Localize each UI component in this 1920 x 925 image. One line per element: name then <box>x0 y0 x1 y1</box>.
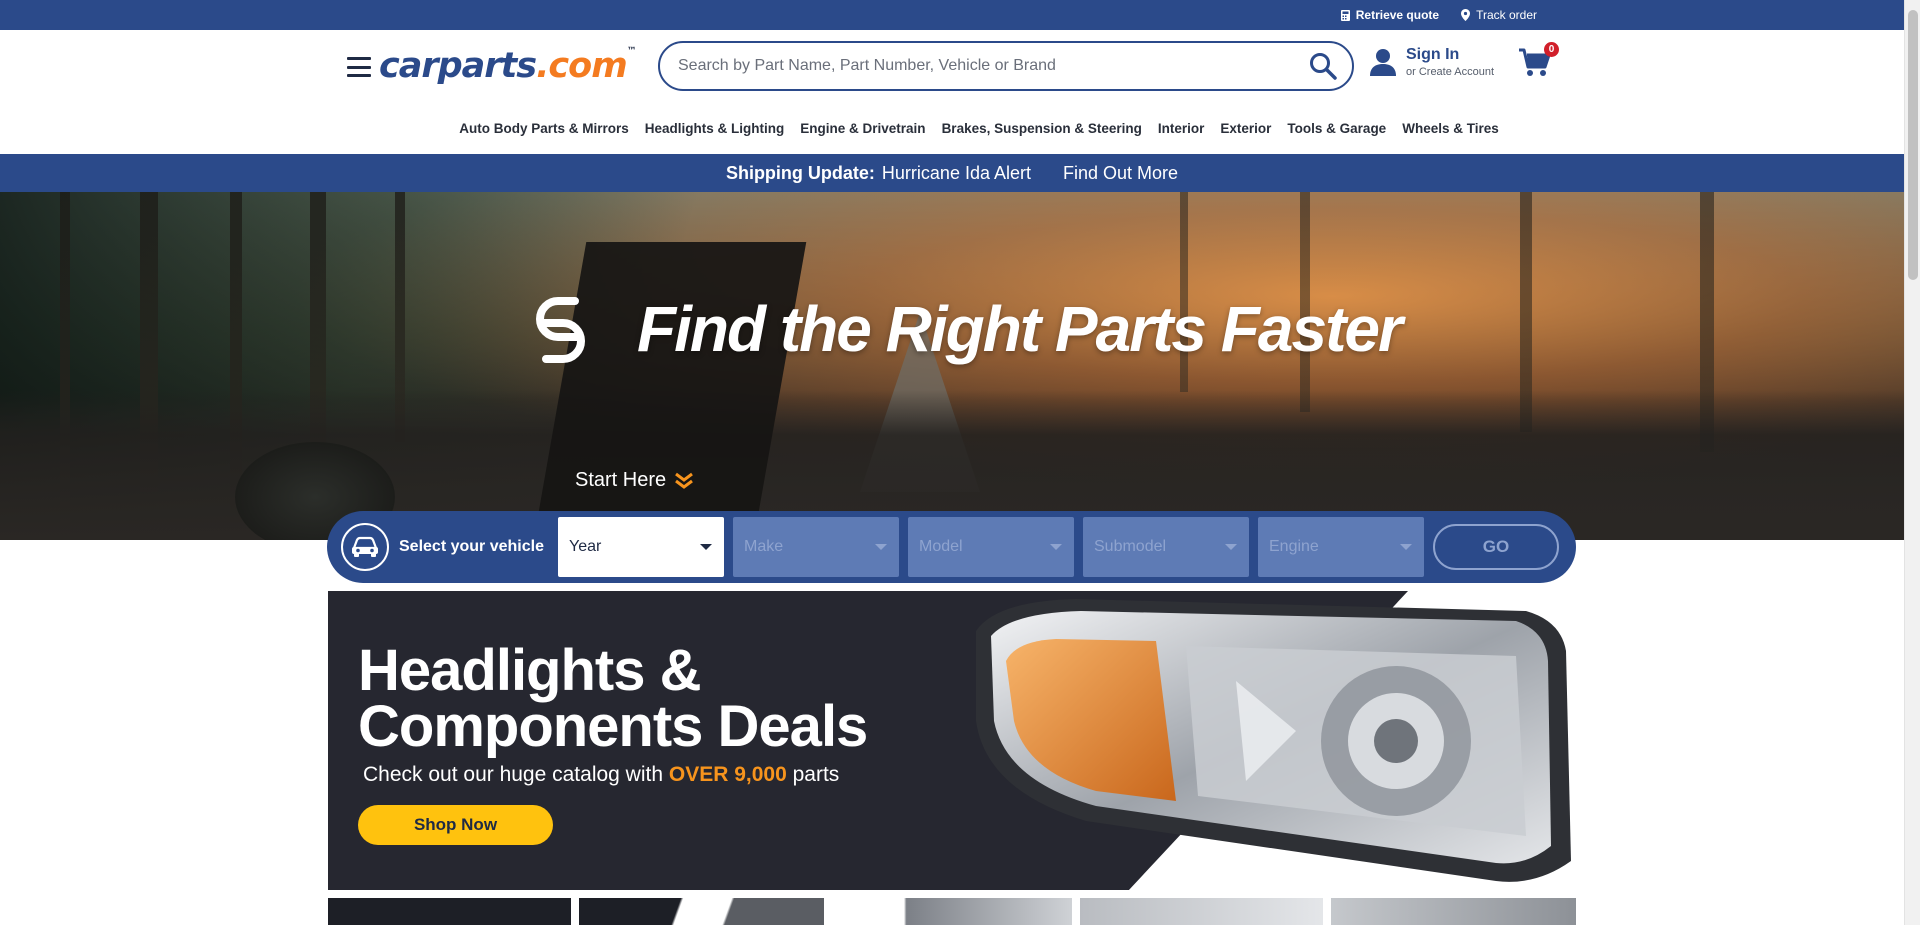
submodel-select-value: Submodel <box>1094 538 1167 555</box>
start-here-label: Start Here <box>575 469 667 491</box>
promo-title: Headlights & Components Deals <box>358 638 868 759</box>
search-icon <box>1310 53 1337 80</box>
make-select[interactable]: Make <box>733 517 899 577</box>
double-chevron-down-icon <box>675 472 694 489</box>
select-vehicle-text: Select your vehicle <box>399 538 544 555</box>
user-icon <box>1370 49 1396 76</box>
chevron-down-icon <box>1400 544 1412 550</box>
model-select[interactable]: Model <box>908 517 1074 577</box>
account-link[interactable]: Sign In or Create Account <box>1370 46 1494 78</box>
promo-sub-suffix: parts <box>792 763 840 786</box>
calculator-icon <box>1340 9 1350 21</box>
page: Retrieve quote Track order carparts.com™… <box>0 0 1904 925</box>
search-input[interactable] <box>678 57 1308 75</box>
utility-bar: Retrieve quote Track order <box>0 0 1904 30</box>
promo-sub-prefix: Check out our huge catalog with <box>363 763 664 786</box>
product-tile[interactable] <box>328 898 571 925</box>
shop-now-button[interactable]: Shop Now <box>358 805 553 845</box>
vehicle-selector: Select your vehicle Year Make Model Subm… <box>327 511 1576 583</box>
model-select-value: Model <box>919 538 963 555</box>
retrieve-quote-label: Retrieve quote <box>1355 8 1440 22</box>
promo-sub-highlight: OVER 9,000 <box>668 763 787 786</box>
car-icon <box>341 523 389 571</box>
hero-title: Find the Right Parts Faster <box>637 293 1403 365</box>
product-tile[interactable] <box>1080 898 1323 925</box>
nav-exterior[interactable]: Exterior <box>1220 121 1271 136</box>
nav-engine-drivetrain[interactable]: Engine & Drivetrain <box>800 121 925 136</box>
promo-title-line-2: Components Deals <box>358 694 868 759</box>
chevron-down-icon <box>700 544 712 550</box>
cart-button[interactable]: 0 <box>1519 42 1559 80</box>
product-tile[interactable] <box>579 898 824 925</box>
cart-count-badge: 0 <box>1544 42 1559 57</box>
carparts-emblem-icon <box>536 297 585 363</box>
track-order-label: Track order <box>1476 8 1537 22</box>
engine-select-value: Engine <box>1269 538 1319 555</box>
create-account-label: or Create Account <box>1406 66 1495 78</box>
chevron-down-icon <box>875 544 887 550</box>
nav-headlights-lighting[interactable]: Headlights & Lighting <box>645 121 785 136</box>
go-button[interactable]: GO <box>1433 524 1559 570</box>
chevron-down-icon <box>1050 544 1062 550</box>
nav-interior[interactable]: Interior <box>1158 121 1205 136</box>
nav-auto-body-parts[interactable]: Auto Body Parts & Mirrors <box>459 121 629 136</box>
product-tile[interactable] <box>1331 898 1576 925</box>
make-select-value: Make <box>744 538 784 555</box>
nav-brakes-suspension-steering[interactable]: Brakes, Suspension & Steering <box>942 121 1142 136</box>
account-text: Sign In or Create Account <box>1406 46 1494 78</box>
search-bar <box>658 41 1354 91</box>
header: carparts.com™ Sign In or Create Account … <box>0 30 1904 102</box>
promo-banner[interactable]: Headlights & Components Deals Check out … <box>328 591 1576 890</box>
logo-trademark: ™ <box>626 46 637 57</box>
scrollbar-thumb[interactable] <box>1908 10 1918 280</box>
promo-subtitle: Check out our huge catalog with OVER 9,0… <box>363 763 839 787</box>
page-scrollbar[interactable] <box>1904 0 1920 925</box>
year-select-value: Year <box>569 538 602 555</box>
vehicle-selector-label: Select your vehicle <box>341 523 558 571</box>
product-tiles <box>328 898 1576 925</box>
chevron-down-icon <box>1225 544 1237 550</box>
shipping-alert: Hurricane Ida Alert <box>881 162 1031 183</box>
retrieve-quote-link[interactable]: Retrieve quote <box>1340 8 1440 22</box>
search-button[interactable] <box>1308 51 1338 81</box>
nav-wheels-tires[interactable]: Wheels & Tires <box>1402 121 1499 136</box>
logo[interactable]: carparts.com™ <box>379 46 637 86</box>
engine-select[interactable]: Engine <box>1258 517 1424 577</box>
hero-banner: Find the Right Parts Faster Start Here <box>0 192 1904 540</box>
find-out-more-link[interactable]: Find Out More <box>1063 163 1178 184</box>
menu-icon[interactable] <box>347 57 371 77</box>
nav-tools-garage[interactable]: Tools & Garage <box>1287 121 1386 136</box>
promo-title-line-1: Headlights & <box>358 638 702 703</box>
shipping-label: Shipping Update: <box>725 162 875 183</box>
headlight-image <box>976 599 1571 882</box>
start-here: Start Here <box>575 469 694 492</box>
logo-dotcom: .com <box>536 46 628 86</box>
category-nav: Auto Body Parts & Mirrors Headlights & L… <box>0 102 1904 154</box>
shipping-banner: Shipping Update: Hurricane Ida Alert Fin… <box>0 154 1904 192</box>
track-order-link[interactable]: Track order <box>1461 8 1537 22</box>
logo-main: carparts <box>379 46 537 86</box>
submodel-select[interactable]: Submodel <box>1083 517 1249 577</box>
sign-in-label: Sign In <box>1406 46 1460 63</box>
year-select[interactable]: Year <box>558 517 724 577</box>
product-tile[interactable] <box>832 898 1072 925</box>
location-pin-icon <box>1461 9 1471 21</box>
